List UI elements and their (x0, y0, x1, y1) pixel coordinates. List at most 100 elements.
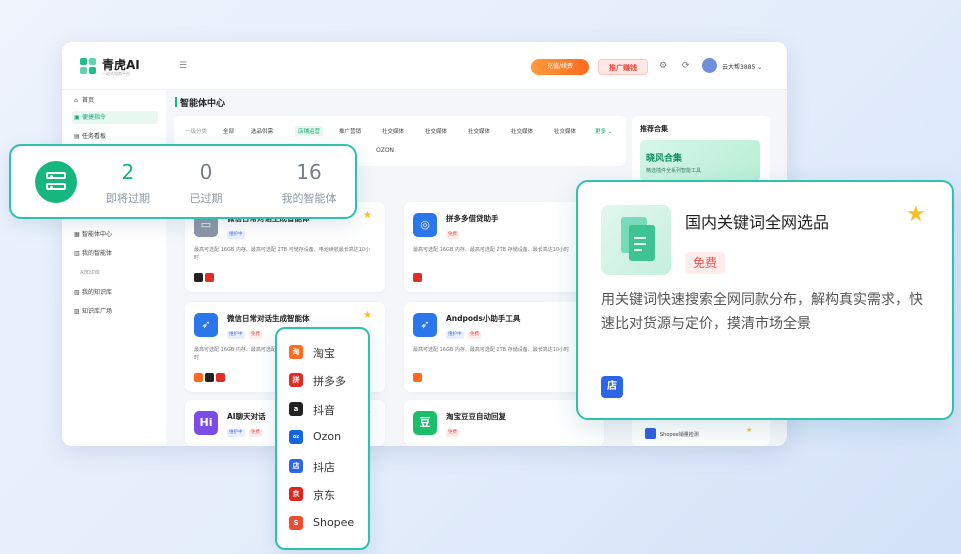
card-title: 淘宝豆豆自动回复 (446, 412, 506, 421)
filter-social-5[interactable]: 社交媒体 (554, 127, 576, 135)
stat-expired-label: 已过期 (189, 192, 223, 205)
sidebar-item-home[interactable]: ⌂ 首页 (74, 94, 94, 107)
taobao-icon (413, 373, 422, 382)
detail-description: 用关键词快速搜索全网同款分布，解构真实需求，快速比对货源与定价，摸清市场全景 (601, 292, 923, 332)
settings-icon[interactable]: ⚙ (659, 61, 667, 71)
doudian-icon: 店 (289, 459, 303, 473)
star-icon[interactable]: ★ (363, 210, 372, 221)
status-badge: 维护中 (446, 331, 464, 339)
menu-toggle-icon[interactable]: ☰ (179, 61, 187, 71)
bird-icon: ➶ (194, 313, 218, 337)
page-title: 智能体中心 (174, 96, 225, 109)
card-desc: 最高可选配 16GB 内存、最高可选配 2TB 存储设备、最长高达10小时 (413, 247, 570, 253)
taobao-icon (194, 373, 203, 382)
pinduoduo-icon (205, 273, 214, 282)
pinduoduo-icon: 拼 (289, 373, 303, 387)
document-icon (601, 205, 671, 275)
filter-all[interactable]: 全部 (223, 127, 234, 135)
filter-social-3[interactable]: 社交媒体 (468, 127, 490, 135)
agent-detail-card[interactable]: 国内关键词全网选品 ★ 免费 用关键词快速搜索全网同款分布，解构真实需求，快速比… (576, 180, 954, 420)
recharge-button[interactable]: 充值/续费 (531, 59, 589, 75)
sidebar-item-kb-plaza[interactable]: ▨ 知识库广场 (74, 305, 112, 318)
star-icon[interactable]: ★ (363, 310, 372, 321)
filter-social-2[interactable]: 社交媒体 (425, 127, 447, 135)
status-badge: 免费 (446, 231, 459, 239)
filter-ozon[interactable]: OZON (376, 147, 394, 154)
platform-dropdown: 淘 淘宝 拼 拼多多 a 抖音 oz Ozon 店 抖店 京 京东 S Shop… (275, 327, 370, 550)
server-icon (35, 161, 77, 203)
stat-agents-label: 我的智能体 (281, 192, 337, 205)
home-icon: ⌂ (74, 97, 78, 104)
stat-expiring-label: 即将过期 (106, 192, 150, 205)
refresh-icon[interactable]: ⟳ (682, 61, 690, 71)
jd-icon: 京 (289, 487, 303, 501)
sidebar-item-my-kb[interactable]: ▧ 我的知识库 (74, 286, 112, 299)
douyin-icon (205, 373, 214, 382)
star-icon[interactable]: ★ (746, 426, 752, 434)
promote-button[interactable]: 推广赚钱 (598, 59, 648, 75)
sidebar-group-label: AI知识库 (80, 270, 100, 276)
card-title: Andpods小助手工具 (446, 314, 521, 323)
agent-card[interactable]: ➶ Andpods小助手工具 维护中 免费 最高可选配 16GB 内存、最高可选… (404, 302, 604, 392)
filter-label: 一级分类 (185, 129, 208, 135)
douyin-icon: a (289, 402, 303, 416)
grid-icon: ▦ (74, 231, 80, 238)
board-icon: ▤ (74, 133, 80, 140)
book-icon: ▧ (74, 289, 80, 296)
avatar[interactable] (702, 58, 717, 73)
username[interactable]: 云大帮3885 ⌄ (722, 62, 762, 71)
filter-social-4[interactable]: 社交媒体 (511, 127, 533, 135)
stat-expiring-value: 2 (121, 160, 135, 184)
card-desc: 最高可选配 16GB 内存、最高可选配 2TB 可储存设备、电池续航最长高达10… (194, 247, 371, 261)
recommend-title: 推荐合集 (640, 125, 668, 133)
status-badge: 免费 (468, 331, 481, 339)
status-badge: 免费 (249, 331, 262, 339)
filter-more[interactable]: 更多 ⌄ (595, 127, 612, 135)
card-title: 拼多多借贷助手 (446, 214, 499, 223)
sidebar-item-commands[interactable]: ▣ 便捷指令 (72, 111, 158, 124)
filter-sourcing[interactable]: 选品供需 (251, 127, 273, 135)
card-title: AI聊天对话 (227, 412, 266, 421)
stat-expired-value: 0 (199, 160, 213, 184)
agent-card[interactable]: 豆 淘宝豆豆自动回复 免费 (404, 400, 604, 446)
banner-subtitle: 精选插件全系列智能工具 (646, 168, 702, 174)
card-title: 微信日常对话生成智能体 (227, 314, 310, 323)
price-badge: 免费 (685, 252, 726, 274)
filter-store-ops[interactable]: 店铺运营 (295, 126, 324, 136)
sidebar-item-tasks[interactable]: ▤ 任务看板 (74, 130, 106, 143)
stat-agents-value: 16 (296, 160, 322, 184)
shopee-tool-icon (645, 428, 656, 439)
taobao-icon: 淘 (289, 345, 303, 359)
status-badge: 免费 (446, 429, 459, 437)
recommend-item[interactable]: Shopee销量检测 (660, 431, 699, 438)
status-badge: 维护中 (227, 231, 245, 239)
pinduoduo-icon (413, 273, 422, 282)
stats-card: 2 即将过期 0 已过期 16 我的智能体 (9, 144, 357, 219)
bean-icon: 豆 (413, 411, 437, 435)
status-badge: 维护中 (227, 331, 245, 339)
douyin-icon (194, 273, 203, 282)
hi-icon: Hi (194, 411, 218, 435)
status-badge: 维护中 (227, 429, 245, 437)
pinduoduo-icon (216, 373, 225, 382)
brand-subtitle: 一站式电商平台 (102, 71, 130, 76)
filter-marketing[interactable]: 推广营销 (339, 127, 361, 135)
banner-title: 晓风合集 (646, 154, 683, 164)
status-badge: 免费 (249, 429, 262, 437)
sidebar-item-my-agents[interactable]: ▥ 我的智能体 (74, 247, 112, 260)
star-icon[interactable]: ★ (906, 202, 926, 227)
card-desc: 最高可选配 16GB 内存、最高可选配 2TB 存储设备、最长高达10小时 (413, 347, 570, 353)
logo-icon (80, 58, 97, 75)
ozon-icon: oz (289, 430, 303, 444)
filter-social-1[interactable]: 社交媒体 (382, 127, 404, 135)
detail-title: 国内关键词全网选品 (685, 213, 830, 232)
bird-icon: ➶ (413, 313, 437, 337)
top-header: 青虎AI 一站式电商平台 ☰ 充值/续费 推广赚钱 ⚙ ⟳ 云大帮3885 ⌄ (62, 42, 787, 90)
shopee-icon: S (289, 516, 303, 530)
plaza-icon: ▨ (74, 308, 80, 315)
agent-icon: ▥ (74, 250, 80, 257)
doudian-icon: 店 (601, 376, 623, 398)
swirl-icon: ◎ (413, 213, 437, 237)
agent-card[interactable]: ◎ 拼多多借贷助手 免费 最高可选配 16GB 内存、最高可选配 2TB 存储设… (404, 202, 604, 292)
sidebar-item-agent-center[interactable]: ▦ 智能体中心 (74, 228, 112, 241)
